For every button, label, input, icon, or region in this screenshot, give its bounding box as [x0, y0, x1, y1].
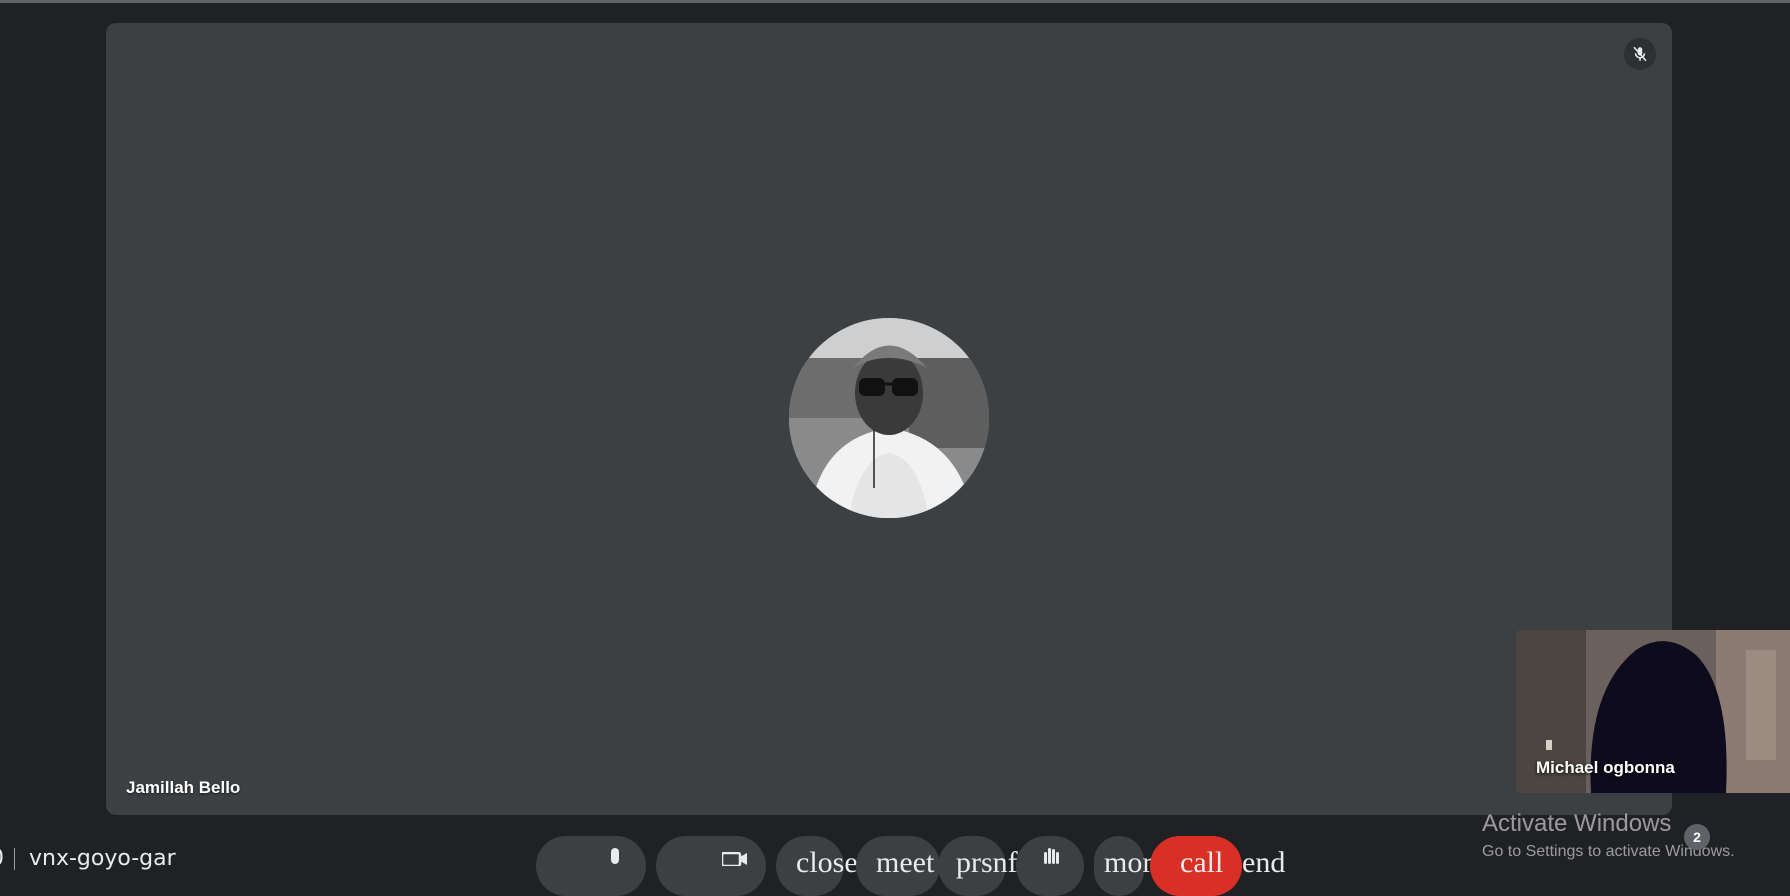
meeting-time: 0 [0, 846, 4, 871]
captions-label: close [796, 846, 858, 879]
camera-button[interactable] [656, 836, 766, 896]
mic-icon [606, 848, 624, 869]
self-participant-name: Michael ogbonna [1536, 758, 1675, 777]
mic-off-icon [1624, 38, 1656, 70]
self-view-tile[interactable]: Michael ogbonna [1516, 630, 1790, 793]
end-call-label: call [1180, 846, 1224, 879]
meeting-code: vnx-goyo-gar [29, 846, 176, 871]
reactions-label: prsnf [956, 846, 1018, 879]
participant-count-badge: 2 [1684, 824, 1710, 850]
window-top-strip [0, 0, 1790, 3]
meeting-details: 0 vnx-goyo-gar [0, 846, 176, 871]
more-label: mor [1104, 846, 1153, 879]
divider [14, 848, 15, 870]
present-label: meet [876, 846, 935, 879]
main-participant-name: Jamillah Bello [126, 778, 241, 797]
hand-icon [1042, 848, 1062, 869]
end-suffix-label: end [1242, 846, 1286, 879]
mic-button[interactable] [536, 836, 646, 896]
participant-avatar [789, 318, 989, 518]
